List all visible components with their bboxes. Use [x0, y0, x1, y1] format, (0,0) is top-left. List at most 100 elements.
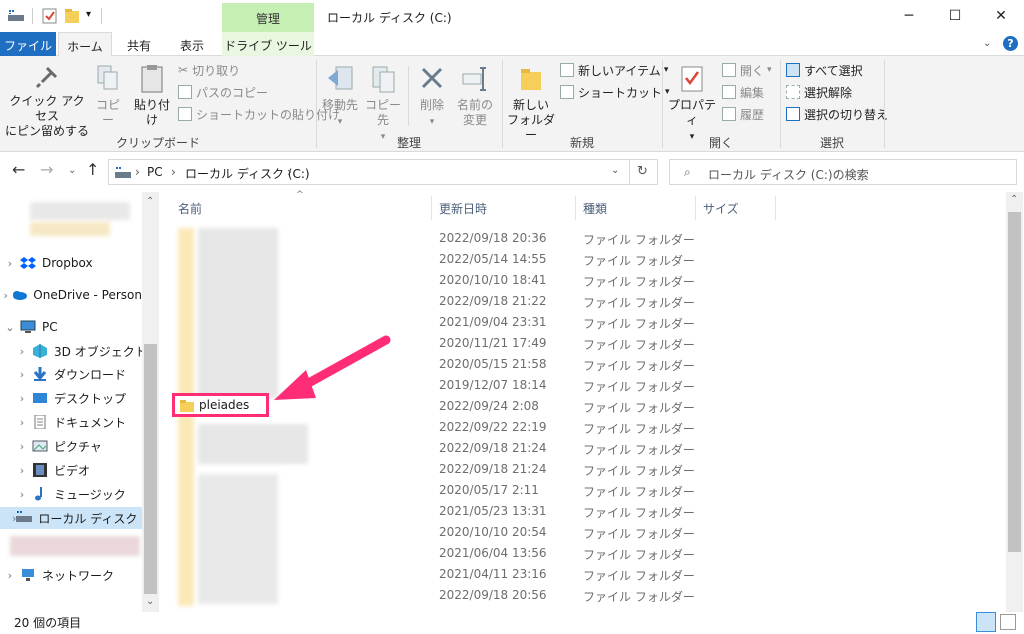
breadcrumb-separator-icon[interactable]: › [171, 165, 176, 179]
cut-button[interactable]: ✂ 切り取り [178, 60, 240, 80]
search-box[interactable]: ⌕ ローカル ディスク (C:)の検索 [669, 159, 1017, 185]
up-arrow-icon[interactable]: ↑ [86, 160, 99, 179]
shortcut-button[interactable]: ショートカット ▾ [560, 82, 670, 102]
file-row[interactable]: 2022/05/14 14:55 ファイル フォルダー [168, 249, 1006, 270]
rename-button[interactable]: 名前の 変更 [454, 64, 496, 128]
close-button[interactable]: ✕ [978, 0, 1024, 32]
expand-chevron-icon[interactable]: › [12, 440, 32, 453]
file-date: 2020/05/17 2:11 [439, 483, 539, 497]
nav-item-videos[interactable]: › ビデオ [12, 459, 154, 481]
file-row[interactable]: 2020/10/10 20:54 ファイル フォルダー [168, 522, 1006, 543]
pin-quick-access-button[interactable]: クイック アクセス にピン留めする [4, 64, 90, 139]
new-folder-button[interactable]: 新しい フォルダー [506, 64, 556, 143]
open-button[interactable]: 開く ▾ [722, 60, 772, 80]
expand-chevron-icon[interactable]: › [0, 257, 20, 270]
expand-chevron-icon[interactable]: › [12, 416, 32, 429]
tab-share[interactable]: 共有 [112, 32, 166, 56]
open-group-label: 開く [708, 136, 733, 150]
help-icon[interactable]: ? [1003, 36, 1018, 51]
nav-item-pictures[interactable]: › ピクチャ [12, 435, 154, 457]
scroll-down-icon[interactable]: ⌄ [146, 596, 154, 607]
file-list-scrollbar[interactable]: ⌃ [1006, 192, 1023, 612]
file-row[interactable]: 2021/06/04 13:56 ファイル フォルダー [168, 543, 1006, 564]
history-button[interactable]: 履歴 [722, 104, 764, 124]
tab-file[interactable]: ファイル [0, 32, 56, 56]
select-all-button[interactable]: すべて選択 [786, 60, 863, 80]
file-list: ^ 名前 更新日時 種類 サイズ 2022/09/18 20:36 ファイル フォ… [168, 190, 1006, 612]
pleiades-highlight-box[interactable]: pleiades [172, 393, 269, 417]
breadcrumb-separator-icon[interactable]: › [135, 165, 140, 179]
column-header-name[interactable]: 名前 [178, 200, 202, 217]
nav-item-3d-objects[interactable]: › 3D オブジェクト [12, 340, 154, 362]
paste-button[interactable]: 貼り付け [130, 64, 174, 128]
edit-button[interactable]: 編集 [722, 82, 764, 102]
file-row[interactable]: 2022/09/22 22:19 ファイル フォルダー [168, 417, 1006, 438]
file-row[interactable]: 2022/09/18 20:56 ファイル フォルダー [168, 585, 1006, 606]
document-icon [32, 414, 48, 430]
new-item-button[interactable]: 新しいアイテム ▾ [560, 60, 668, 80]
expand-chevron-icon[interactable]: › [0, 569, 20, 582]
column-header-size[interactable]: サイズ [703, 200, 739, 217]
file-row[interactable]: 2022/09/18 21:24 ファイル フォルダー [168, 459, 1006, 480]
scroll-up-icon[interactable]: ⌃ [1010, 194, 1018, 205]
properties-button[interactable]: プロパティ ▾ [666, 64, 718, 145]
copy-to-button[interactable]: コピー先 ▾ [362, 64, 404, 145]
delete-button[interactable]: 削除 ▾ [414, 64, 450, 130]
scroll-up-icon[interactable]: ⌃ [146, 196, 154, 207]
refresh-icon[interactable]: ↻ [637, 164, 648, 179]
expand-chevron-icon[interactable]: › [12, 464, 32, 477]
file-row[interactable]: 2021/09/04 23:31 ファイル フォルダー [168, 312, 1006, 333]
nav-item-dropbox[interactable]: › Dropbox [0, 252, 142, 274]
move-to-button[interactable]: 移動先 ▾ [320, 64, 360, 130]
collapse-chevron-icon[interactable]: ⌄ [0, 321, 20, 334]
file-row[interactable]: 2022/09/18 20:36 ファイル フォルダー [168, 228, 1006, 249]
file-row[interactable]: 2022/09/18 21:22 ファイル フォルダー [168, 291, 1006, 312]
expand-chevron-icon[interactable]: › [12, 488, 32, 501]
nav-scroll-thumb[interactable] [144, 344, 157, 594]
file-row[interactable]: 2022/09/18 21:24 ファイル フォルダー [168, 438, 1006, 459]
expand-chevron-icon[interactable]: › [12, 345, 32, 358]
address-dropdown-icon[interactable]: ⌄ [611, 165, 619, 176]
recent-locations-chevron-icon[interactable]: ⌄ [68, 165, 76, 176]
quick-access-dropdown-icon[interactable]: ▾ [86, 9, 91, 20]
back-arrow-icon[interactable]: ← [12, 160, 25, 179]
maximize-button[interactable]: ☐ [932, 0, 978, 32]
nav-item-pc[interactable]: ⌄ PC [0, 316, 142, 338]
select-none-button[interactable]: 選択解除 [786, 82, 852, 102]
ribbon-expand-icon[interactable]: ⌄ [983, 38, 991, 49]
nav-item-downloads[interactable]: › ダウンロード [12, 363, 154, 385]
properties-quick-icon[interactable] [42, 8, 58, 24]
nav-scrollbar[interactable]: ⌃ ⌄ [142, 192, 159, 612]
tab-view[interactable]: 表示 [166, 32, 218, 56]
nav-item-local-disk[interactable]: › ローカル ディスク (C [0, 507, 142, 529]
tab-home[interactable]: ホーム [58, 32, 112, 57]
column-header-date[interactable]: 更新日時 [439, 200, 487, 217]
file-row[interactable]: 2020/05/17 2:11 ファイル フォルダー [168, 480, 1006, 501]
file-row[interactable]: 2021/05/23 13:31 ファイル フォルダー [168, 501, 1006, 522]
nav-item-onedrive[interactable]: › OneDrive - Person [0, 284, 142, 306]
tab-drive-tools[interactable]: ドライブ ツール [222, 32, 314, 56]
expand-chevron-icon[interactable]: › [0, 289, 11, 302]
breadcrumb-pc[interactable]: PC [147, 165, 163, 179]
nav-item-desktop[interactable]: › デスクトップ [12, 387, 154, 409]
new-folder-quick-icon[interactable] [64, 8, 80, 24]
copy-path-button[interactable]: パスのコピー [178, 82, 268, 102]
file-row[interactable]: 2021/04/11 23:16 ファイル フォルダー [168, 564, 1006, 585]
large-icons-view-icon[interactable] [1000, 614, 1016, 630]
details-view-icon[interactable] [976, 612, 996, 632]
column-header-type[interactable]: 種類 [583, 200, 607, 217]
tab-manage[interactable]: 管理 [222, 3, 314, 33]
minimize-button[interactable]: ─ [886, 0, 932, 32]
invert-selection-button[interactable]: 選択の切り替え [786, 104, 888, 124]
file-list-scroll-thumb[interactable] [1008, 212, 1021, 552]
file-row[interactable]: 2020/10/10 18:41 ファイル フォルダー [168, 270, 1006, 291]
expand-chevron-icon[interactable]: › [12, 368, 32, 381]
breadcrumb-separator-icon[interactable]: › [287, 165, 292, 179]
expand-chevron-icon[interactable]: › [12, 392, 32, 405]
nav-item-music[interactable]: › ミュージック [12, 483, 154, 505]
address-box[interactable]: › PC › ローカル ディスク (C:) › ⌄ ↻ [108, 159, 658, 185]
nav-item-network[interactable]: › ネットワーク [0, 564, 142, 586]
forward-arrow-icon[interactable]: → [40, 160, 53, 179]
nav-item-documents[interactable]: › ドキュメント [12, 411, 154, 433]
copy-button[interactable]: コピー [92, 64, 124, 128]
